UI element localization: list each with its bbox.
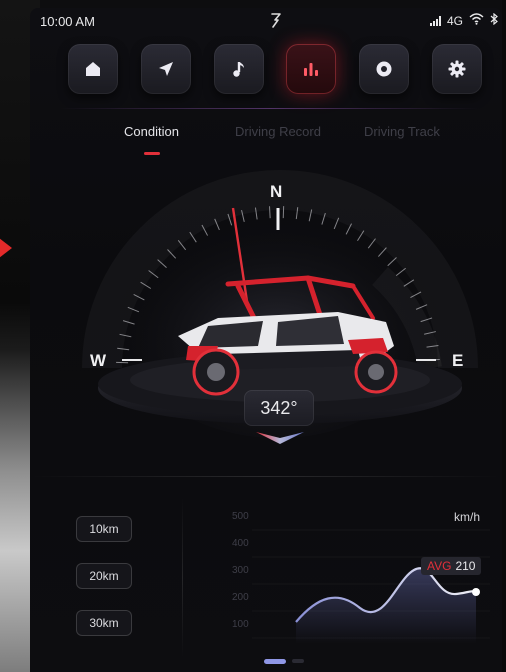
- section-divider: [30, 476, 502, 477]
- chevron-down-icon: [256, 432, 304, 444]
- infotainment-screen: 10:00 AM 4G Condition Driving Record Dri…: [30, 8, 502, 672]
- gear-icon: [448, 60, 466, 78]
- tab-bar: Condition Driving Record Driving Track: [30, 124, 502, 154]
- camera-lens-icon: [376, 61, 392, 77]
- compass-gauge: N W E 342°: [30, 168, 502, 458]
- vehicle-image: [178, 275, 398, 396]
- home-icon: [86, 62, 100, 76]
- nav-music-button[interactable]: [213, 44, 264, 94]
- tab-driving-track[interactable]: Driving Track: [364, 124, 440, 139]
- distance-20km-button[interactable]: 20km: [76, 563, 132, 589]
- compass-tick: [269, 206, 271, 219]
- wifi-icon: [469, 13, 484, 28]
- distance-10km-button[interactable]: 10km: [76, 516, 132, 542]
- panel-separator: [182, 498, 183, 658]
- brand-logo-icon: [269, 12, 283, 33]
- nav-navigation-button[interactable]: [140, 44, 191, 94]
- status-bar: 10:00 AM 4G: [30, 8, 502, 34]
- heading-readout: 342°: [244, 390, 314, 426]
- distance-30km-button[interactable]: 30km: [76, 610, 132, 636]
- nav-settings-button[interactable]: [431, 44, 482, 94]
- status-time: 10:00 AM: [40, 14, 95, 29]
- network-type: 4G: [446, 13, 463, 28]
- nav-divider: [60, 108, 480, 109]
- main-navigation: [68, 44, 482, 98]
- nav-statistics-button[interactable]: [286, 44, 337, 94]
- background-edge: [502, 0, 506, 672]
- bar-chart-icon: [304, 63, 319, 76]
- page-dot: [292, 659, 304, 663]
- avg-value: 210: [455, 559, 476, 573]
- tab-driving-record[interactable]: Driving Record: [235, 124, 321, 139]
- signal-icon: [429, 15, 441, 26]
- page-dot-active: [264, 658, 286, 664]
- active-tab-indicator: [144, 152, 160, 155]
- nav-home-button[interactable]: [68, 44, 118, 94]
- tab-condition[interactable]: Condition: [124, 124, 179, 139]
- avg-speed-badge: AVG 210: [421, 557, 482, 575]
- nav-camera-button[interactable]: [359, 44, 410, 94]
- bluetooth-icon: [490, 12, 498, 28]
- current-point: [472, 588, 480, 596]
- compass-east-label: E: [452, 351, 464, 370]
- page-indicator: [254, 658, 314, 664]
- avg-label: AVG: [427, 559, 452, 573]
- music-note-icon: [232, 62, 244, 77]
- navigation-arrow-icon: [158, 62, 173, 76]
- compass-west-label: W: [90, 351, 107, 370]
- compass-north-label: N: [270, 182, 283, 201]
- status-indicators: 4G: [429, 12, 498, 28]
